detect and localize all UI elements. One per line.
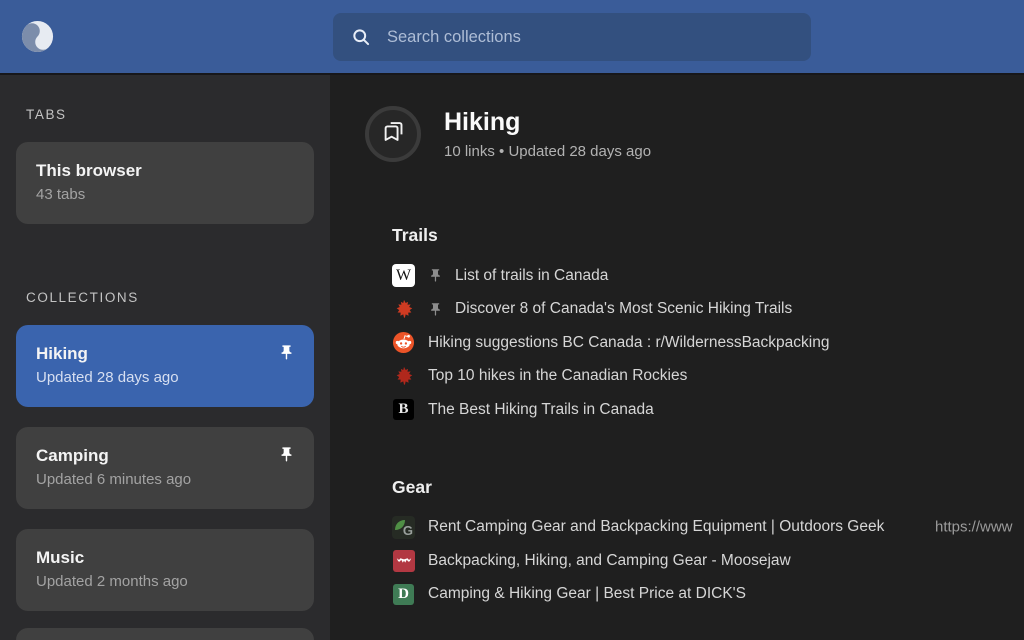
link-section: Gear G Rent Camping Gear and Backpacking…	[392, 477, 1024, 612]
search-input[interactable]	[387, 28, 793, 47]
collection-card-subtitle: Updated 28 days ago	[36, 369, 294, 386]
collection-card-title: Hiking	[36, 344, 294, 364]
link-label: Hiking suggestions BC Canada : r/Wildern…	[428, 334, 829, 352]
link-url-preview: https://www	[935, 519, 1013, 536]
sidebar-collection-music[interactable]: Music Updated 2 months ago	[16, 529, 314, 611]
link-row[interactable]: G Rent Camping Gear and Backpacking Equi…	[392, 511, 1024, 545]
link-row[interactable]: D Camping & Hiking Gear | Best Price at …	[392, 578, 1024, 612]
pin-icon[interactable]	[428, 268, 443, 283]
sidebar-collection-hiking[interactable]: Hiking Updated 28 days ago	[16, 325, 314, 407]
collection-header: Hiking 10 links • Updated 28 days ago	[365, 106, 651, 162]
sidebar: TABS This browser 43 tabs COLLECTIONS Hi…	[0, 73, 330, 640]
pin-icon[interactable]	[428, 302, 443, 317]
link-label: List of trails in Canada	[455, 267, 608, 285]
link-row[interactable]: Hiking suggestions BC Canada : r/Wildern…	[392, 326, 1024, 360]
main-panel: Hiking 10 links • Updated 28 days ago Tr…	[330, 73, 1024, 640]
section-title: Trails	[392, 225, 1024, 246]
link-row[interactable]: W List of trails in Canada	[392, 259, 1024, 293]
outdoors-geek-icon: G	[392, 516, 415, 539]
collection-avatar	[365, 106, 421, 162]
link-row[interactable]: Discover 8 of Canada's Most Scenic Hikin…	[392, 293, 1024, 327]
black-b-icon: B	[392, 398, 415, 421]
collection-card-title: Camping	[36, 446, 294, 466]
dicks-icon: D	[392, 583, 415, 606]
tabs-section-label: TABS	[26, 107, 314, 122]
link-row[interactable]: Backpacking, Hiking, and Camping Gear - …	[392, 544, 1024, 578]
pin-icon[interactable]	[278, 446, 295, 463]
reddit-icon	[392, 331, 415, 354]
link-row[interactable]: B The Best Hiking Trails in Canada	[392, 393, 1024, 427]
link-section: Trails W List of trails in Canada Discov…	[392, 225, 1024, 427]
maple-leaf-icon	[392, 298, 415, 321]
collection-meta: 10 links • Updated 28 days ago	[444, 143, 651, 160]
collection-title: Hiking	[444, 108, 651, 137]
maple-leaf-dark-icon	[392, 365, 415, 388]
sidebar-collection-camping[interactable]: Camping Updated 6 minutes ago	[16, 427, 314, 509]
link-row[interactable]: Top 10 hikes in the Canadian Rockies	[392, 360, 1024, 394]
collection-list: Hiking Updated 28 days ago Camping Updat…	[16, 325, 314, 611]
link-label: The Best Hiking Trails in Canada	[428, 401, 654, 419]
collection-card-subtitle: Updated 2 months ago	[36, 573, 294, 590]
moosejaw-icon	[392, 549, 415, 572]
link-label: Top 10 hikes in the Canadian Rockies	[428, 367, 687, 385]
browser-card-subtitle: 43 tabs	[36, 186, 294, 203]
bookmarks-icon	[380, 118, 407, 150]
pin-icon[interactable]	[278, 344, 295, 361]
sidebar-card-partial[interactable]	[16, 628, 314, 640]
browser-card-title: This browser	[36, 161, 294, 181]
search-icon	[351, 27, 371, 47]
link-label: Discover 8 of Canada's Most Scenic Hikin…	[455, 300, 792, 318]
app-header	[0, 0, 1024, 73]
search-box[interactable]	[333, 13, 811, 61]
link-sections: Trails W List of trails in Canada Discov…	[392, 225, 1024, 640]
collection-card-subtitle: Updated 6 minutes ago	[36, 471, 294, 488]
section-title: Gear	[392, 477, 1024, 498]
collection-card-title: Music	[36, 548, 294, 568]
link-label: Backpacking, Hiking, and Camping Gear - …	[428, 552, 791, 570]
link-label: Rent Camping Gear and Backpacking Equipm…	[428, 518, 884, 536]
sidebar-card-this-browser[interactable]: This browser 43 tabs	[16, 142, 314, 224]
app-logo-icon	[20, 19, 55, 54]
wikipedia-icon: W	[392, 264, 415, 287]
collections-section-label: COLLECTIONS	[26, 290, 314, 305]
link-label: Camping & Hiking Gear | Best Price at DI…	[428, 585, 746, 603]
